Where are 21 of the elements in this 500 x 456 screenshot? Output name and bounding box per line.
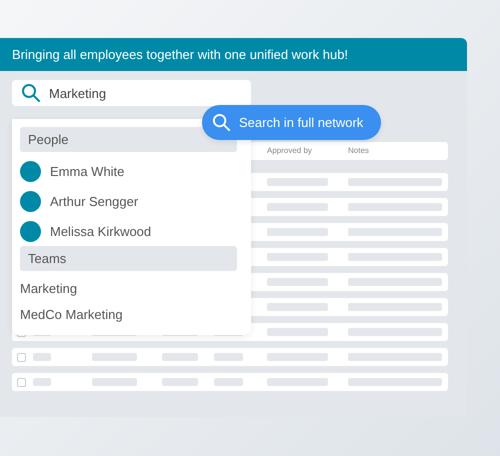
- checkbox[interactable]: [17, 378, 26, 387]
- search-field[interactable]: Marketing: [12, 80, 251, 106]
- avatar: [20, 220, 41, 242]
- search-icon: [212, 113, 231, 132]
- person-item[interactable]: Emma White: [20, 156, 237, 186]
- search-icon: [21, 83, 41, 103]
- team-item[interactable]: Marketing: [20, 275, 237, 301]
- column-header: Notes: [348, 146, 369, 155]
- section-header: People: [20, 127, 237, 152]
- person-name: Melissa Kirkwood: [50, 224, 152, 238]
- person-item[interactable]: Arthur Sengger: [20, 186, 237, 216]
- avatar: [20, 190, 41, 212]
- person-item[interactable]: Melissa Kirkwood: [20, 216, 237, 246]
- banner-title: Bringing all employees together with one unified work hub!: [12, 47, 348, 62]
- avatar: [20, 160, 41, 182]
- column-header: Approved by: [267, 146, 312, 155]
- person-name: Emma White: [50, 164, 124, 178]
- person-name: Arthur Sengger: [50, 194, 138, 208]
- section-header: Teams: [20, 246, 237, 271]
- checkbox[interactable]: [17, 353, 26, 362]
- team-item[interactable]: MedCo Marketing: [20, 301, 237, 327]
